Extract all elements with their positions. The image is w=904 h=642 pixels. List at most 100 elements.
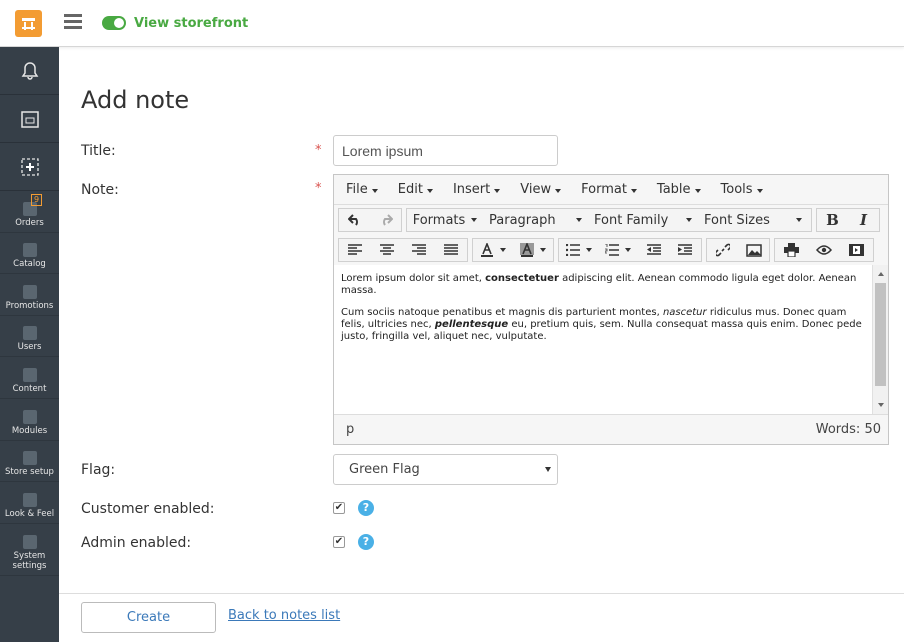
formats-dropdown[interactable]: Formats	[407, 209, 483, 231]
preview-button[interactable]	[808, 239, 841, 261]
sidebar-item-catalog[interactable]: Catalog	[0, 233, 59, 275]
bullet-list-icon	[565, 244, 580, 256]
undo-redo-group	[338, 208, 402, 232]
title-label: Title:	[81, 143, 116, 159]
bell-icon	[21, 61, 38, 80]
sidebar-item-promotions[interactable]: Promotions	[0, 274, 59, 316]
create-button[interactable]: Create	[81, 602, 216, 633]
outdent-icon	[646, 244, 661, 255]
background-color-icon	[520, 243, 534, 257]
chevron-down-icon	[625, 248, 632, 252]
menu-view[interactable]: View	[520, 182, 561, 197]
word-count: Words: 50	[815, 422, 881, 437]
paragraph-dropdown[interactable]: Paragraph	[483, 209, 588, 231]
align-right-icon	[412, 244, 426, 255]
title-input[interactable]	[333, 135, 558, 166]
editor-content[interactable]: Lorem ipsum dolor sit amet, consectetuer…	[334, 265, 872, 414]
justify-button[interactable]	[435, 239, 467, 261]
customer-enabled-checkbox[interactable]: ✔	[333, 502, 345, 514]
undo-button[interactable]	[339, 209, 370, 231]
element-path[interactable]: p	[346, 422, 354, 437]
color-group	[472, 238, 554, 262]
view-storefront-label[interactable]: View storefront	[134, 16, 248, 31]
look-feel-icon	[22, 492, 37, 507]
editor-menubar: File Edit Insert View Format Table Tools	[334, 175, 888, 205]
page-title: Add note	[81, 86, 190, 114]
link-button[interactable]	[707, 239, 738, 261]
hamburger-menu-icon[interactable]	[64, 14, 82, 30]
quick-add-button[interactable]	[0, 143, 59, 191]
sidebar-item-content[interactable]: Content	[0, 357, 59, 399]
logo-icon[interactable]	[15, 10, 42, 37]
background-color-button[interactable]	[513, 239, 553, 261]
sidebar-item-orders[interactable]: 9 Orders	[0, 191, 59, 233]
bullet-list-button[interactable]	[559, 239, 598, 261]
main-content: Add note Title: * Note: * File Edit Inse…	[59, 47, 904, 642]
scroll-up-icon[interactable]	[873, 267, 889, 281]
editor-scrollbar[interactable]	[872, 265, 888, 414]
toggle-switch-icon[interactable]	[102, 16, 126, 30]
alignment-group	[338, 238, 468, 262]
scroll-down-icon[interactable]	[873, 398, 889, 412]
promotions-icon	[22, 284, 37, 299]
store-setup-icon	[22, 451, 37, 466]
font-sizes-label: Font Sizes	[704, 212, 770, 228]
sidebar-item-modules[interactable]: Modules	[0, 399, 59, 441]
menu-format[interactable]: Format	[581, 182, 637, 197]
chevron-down-icon	[796, 218, 802, 222]
chevron-down-icon	[500, 248, 506, 252]
admin-enabled-checkbox[interactable]: ✔	[333, 536, 345, 548]
media-icon	[849, 244, 865, 256]
link-image-group	[706, 238, 770, 262]
help-icon[interactable]: ?	[358, 534, 374, 550]
top-bar: View storefront	[0, 0, 904, 47]
image-button[interactable]	[738, 239, 769, 261]
scrollbar-thumb[interactable]	[875, 283, 886, 386]
orders-count-badge: 9	[31, 194, 43, 206]
rich-text-editor: File Edit Insert View Format Table Tools…	[333, 174, 889, 445]
sidebar-item-look-feel[interactable]: Look & Feel	[0, 482, 59, 524]
editor-toolbar-row-1: Formats Paragraph Font Family Font Sizes…	[334, 205, 888, 235]
print-button[interactable]	[775, 239, 808, 261]
text-color-button[interactable]	[473, 239, 513, 261]
back-to-notes-link[interactable]: Back to notes list	[228, 608, 340, 623]
editor-paragraph: Lorem ipsum dolor sit amet, consectetuer…	[341, 273, 857, 296]
sidebar-item-label: Store setup	[5, 467, 54, 478]
chevron-down-icon	[686, 218, 692, 222]
redo-button[interactable]	[370, 209, 401, 231]
calendar-button[interactable]	[0, 95, 59, 143]
outdent-button[interactable]	[638, 239, 670, 261]
sidebar: 9 Orders Catalog Promotions Users Conten…	[0, 47, 59, 642]
editor-toolbar-row-2	[334, 235, 888, 265]
menu-file[interactable]: File	[346, 182, 378, 197]
font-family-dropdown[interactable]: Font Family	[588, 209, 698, 231]
help-icon[interactable]: ?	[358, 500, 374, 516]
italic-button[interactable]: I	[848, 209, 879, 231]
numbered-list-button[interactable]	[598, 239, 637, 261]
align-center-button[interactable]	[371, 239, 403, 261]
font-sizes-dropdown[interactable]: Font Sizes	[698, 209, 808, 231]
sidebar-item-system-settings[interactable]: System settings	[0, 524, 59, 576]
menu-edit[interactable]: Edit	[398, 182, 434, 197]
menu-insert[interactable]: Insert	[453, 182, 501, 197]
view-storefront-toggle[interactable]: View storefront	[102, 13, 248, 33]
flag-select[interactable]: Green Flag	[333, 454, 558, 485]
indent-button[interactable]	[669, 239, 701, 261]
sidebar-item-label: Modules	[11, 425, 48, 436]
align-right-button[interactable]	[403, 239, 435, 261]
required-marker: *	[315, 181, 322, 196]
media-button[interactable]	[840, 239, 873, 261]
undo-icon	[347, 214, 358, 226]
menu-tools[interactable]: Tools	[721, 182, 763, 197]
notifications-button[interactable]	[0, 47, 59, 95]
sidebar-item-store-setup[interactable]: Store setup	[0, 441, 59, 483]
sidebar-item-users[interactable]: Users	[0, 316, 59, 358]
menu-table[interactable]: Table	[657, 182, 701, 197]
sidebar-item-label: Catalog	[13, 259, 46, 270]
sidebar-item-label: Look & Feel	[4, 508, 55, 519]
font-family-label: Font Family	[594, 212, 669, 228]
align-left-button[interactable]	[339, 239, 371, 261]
bold-button[interactable]: B	[817, 209, 848, 231]
align-justify-icon	[444, 244, 458, 255]
text-color-icon	[481, 243, 493, 257]
